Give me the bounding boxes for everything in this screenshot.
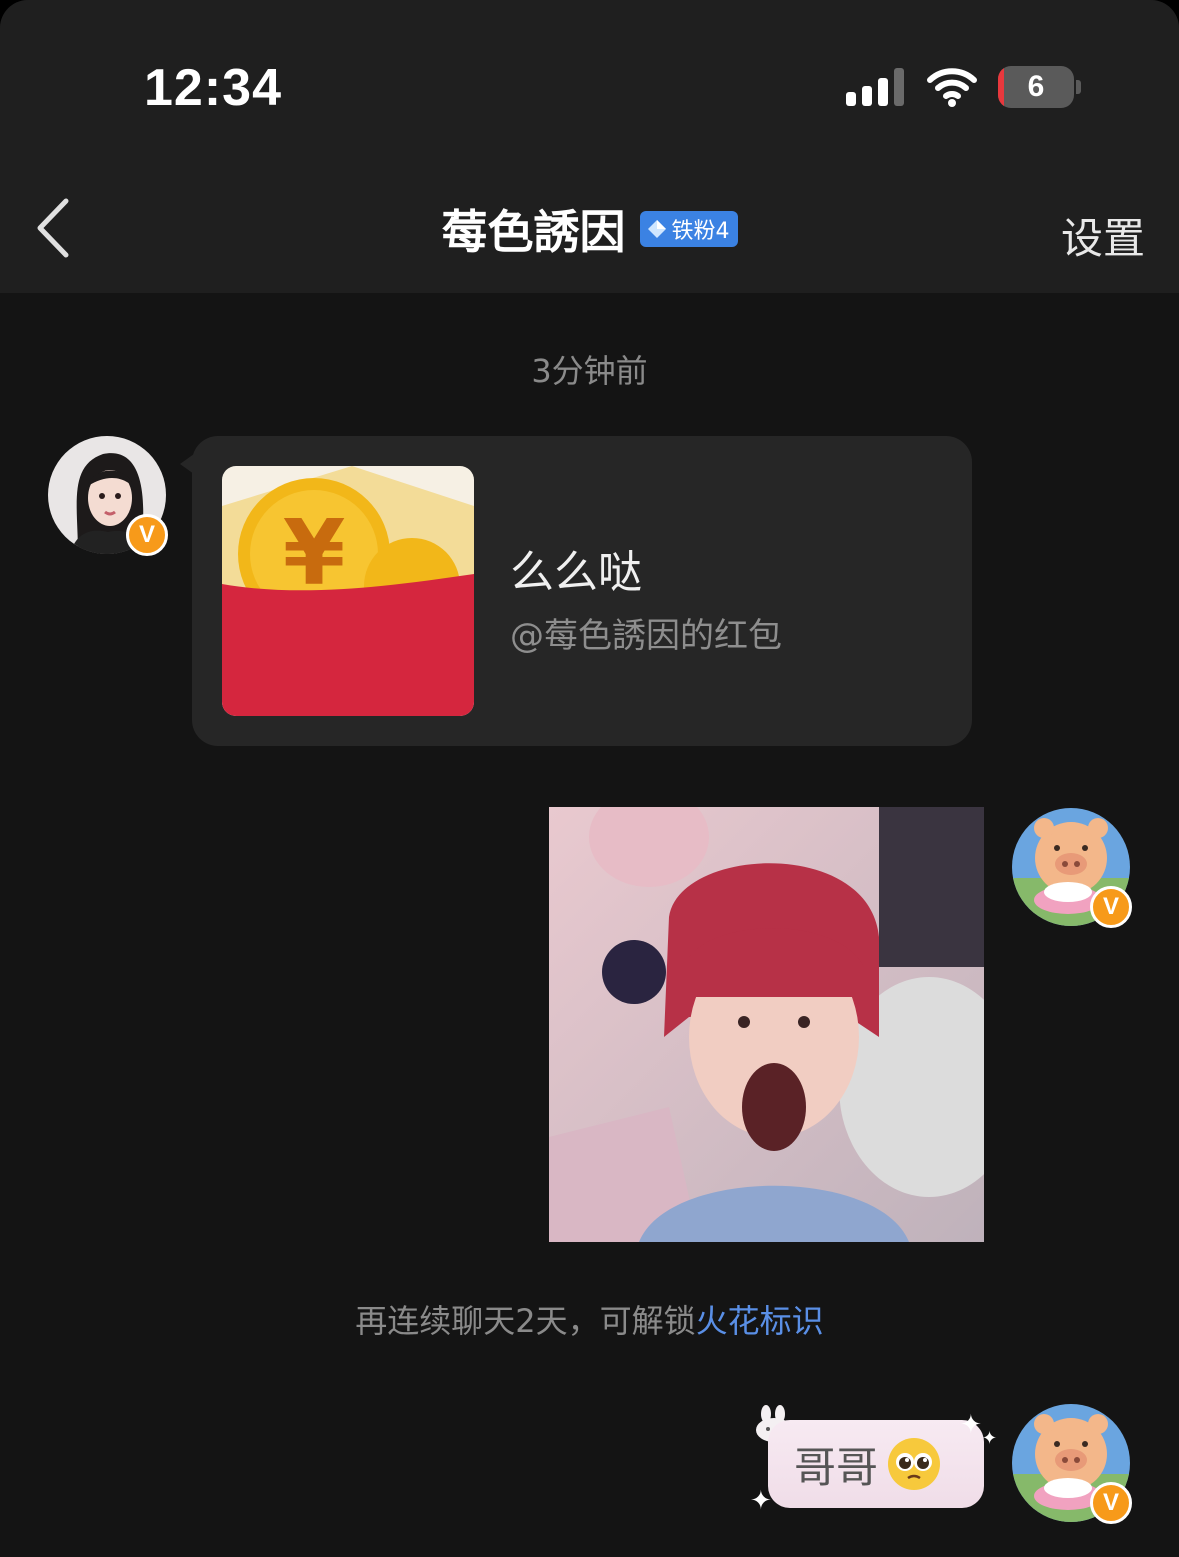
sparkle-icon: ✦ bbox=[982, 1428, 998, 1449]
battery-level: 6 bbox=[1027, 70, 1045, 103]
pleading-face-icon bbox=[888, 1438, 941, 1490]
red-packet-message[interactable]: ¥ 么么哒 @莓色誘因的红包 bbox=[180, 436, 972, 746]
red-packet-title: 么么哒 bbox=[510, 547, 642, 598]
red-packet-sender: @莓色誘因的红包 bbox=[510, 616, 782, 656]
red-packet-icon: ¥ bbox=[222, 466, 474, 716]
conversation-title[interactable]: 莓色誘因 bbox=[442, 196, 626, 262]
nav-bar: 莓色誘因 铁粉4 设置 bbox=[0, 165, 1179, 293]
status-bar: 12:34 6 bbox=[0, 0, 1179, 165]
spark-badge-link[interactable]: 火花标识 bbox=[696, 1302, 824, 1340]
fan-level-text: 铁粉4 bbox=[671, 219, 730, 244]
chat-screen: 12:34 6 莓色誘因 铁粉4 设置 3分钟前 V ¥ 么么哒 @莓色誘因的红… bbox=[0, 0, 1179, 1557]
conversation-header: 莓色誘因 铁粉4 bbox=[0, 199, 1179, 259]
sparkle-icon: ✦ bbox=[960, 1410, 982, 1440]
system-notice: 再连续聊天2天，可解锁火花标识 bbox=[0, 1296, 1179, 1342]
battery-indicator: 6 bbox=[998, 66, 1082, 110]
verified-badge-icon: V bbox=[1090, 1482, 1132, 1524]
fan-level-badge: 铁粉4 bbox=[639, 211, 738, 247]
verified-badge-icon: V bbox=[126, 514, 168, 556]
message-text: 哥哥 bbox=[794, 1442, 879, 1492]
verified-badge-icon: V bbox=[1090, 886, 1132, 928]
diamond-icon bbox=[647, 220, 666, 238]
system-notice-text: 再连续聊天2天，可解锁 bbox=[355, 1302, 696, 1340]
cellular-signal-icon bbox=[846, 68, 904, 106]
text-message-bubble[interactable]: 哥哥 bbox=[768, 1420, 984, 1508]
sparkle-icon: ✦ bbox=[750, 1486, 772, 1516]
photo-message[interactable] bbox=[549, 807, 984, 1242]
wifi-icon bbox=[927, 68, 977, 107]
message-timestamp: 3分钟前 bbox=[531, 352, 648, 390]
photo-image bbox=[549, 807, 984, 1242]
settings-button[interactable]: 设置 bbox=[1061, 205, 1145, 266]
status-time: 12:34 bbox=[144, 59, 282, 117]
